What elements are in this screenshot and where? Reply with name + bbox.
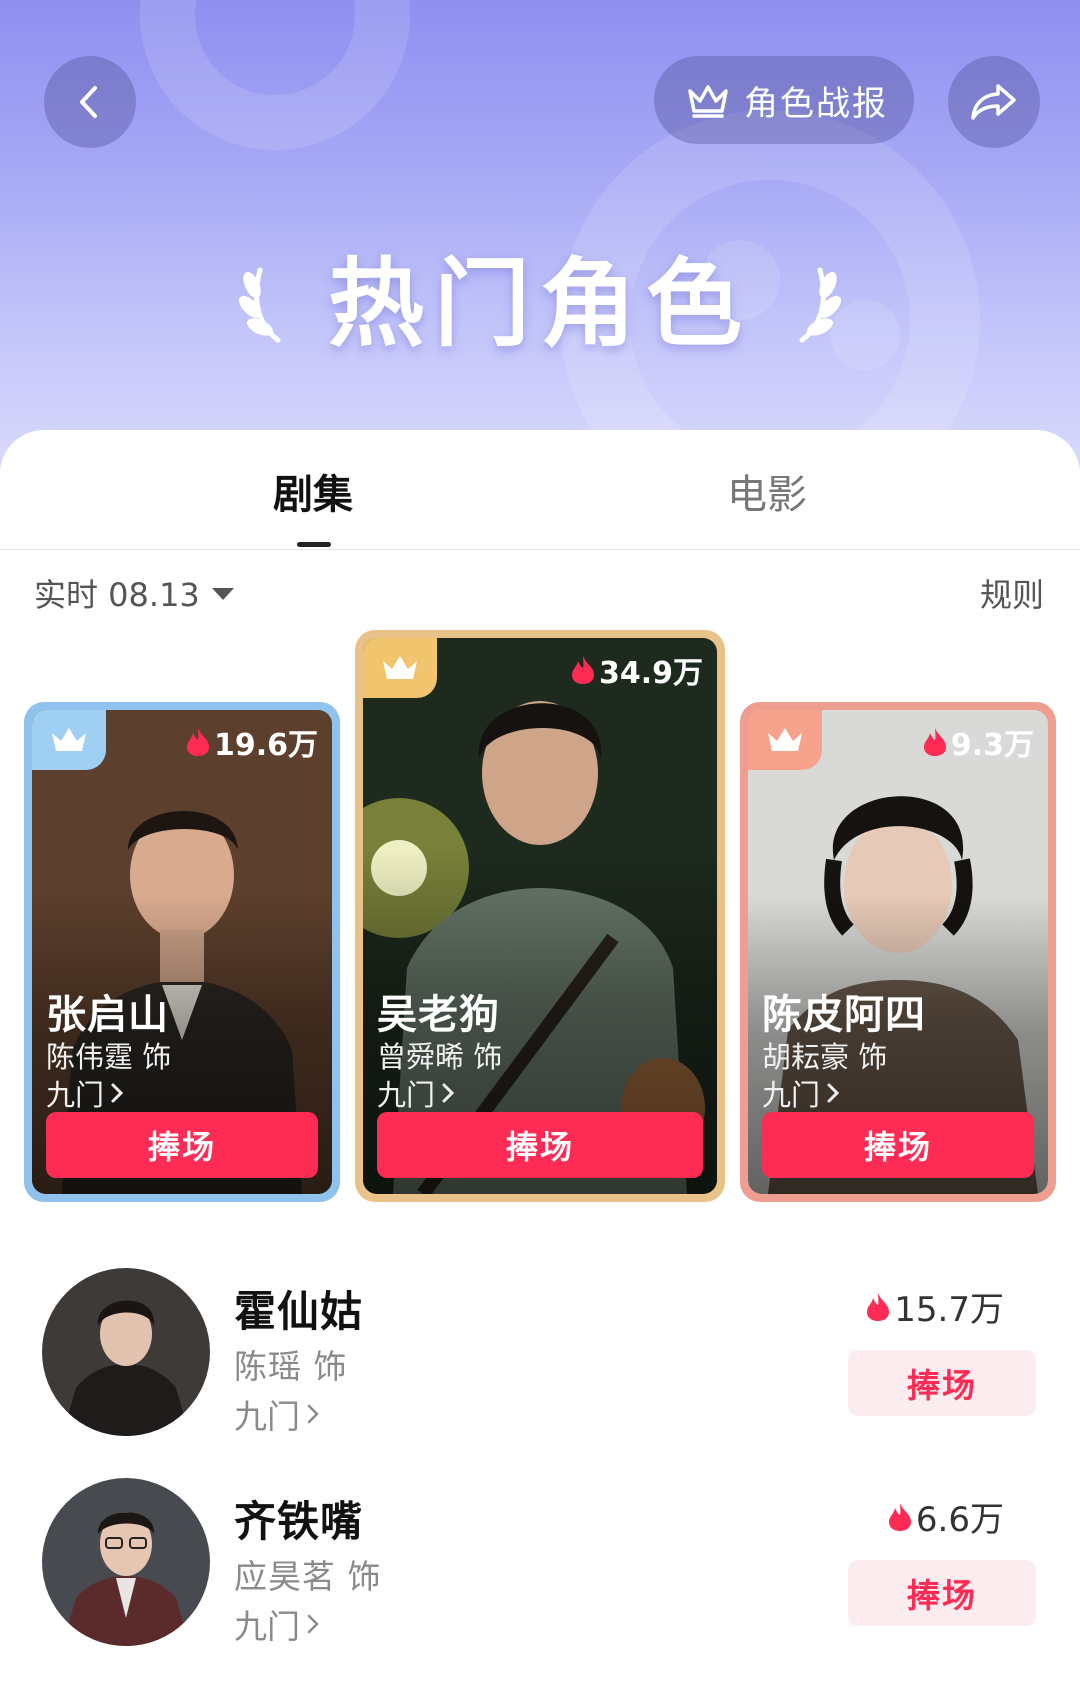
character-photo	[42, 1268, 210, 1436]
avatar	[42, 1478, 210, 1646]
date-filter-label: 实时 08.13	[34, 576, 200, 614]
crown-icon	[52, 728, 86, 751]
actor-name: 陈伟霆 饰	[46, 1040, 172, 1074]
actor-name: 陈瑶 饰	[234, 1347, 348, 1386]
back-button[interactable]	[44, 56, 136, 148]
rank-badge	[363, 638, 437, 698]
page-title-area: 热门角色	[0, 230, 1080, 360]
heat-score: 9.3万	[923, 720, 1034, 764]
character-photo	[42, 1478, 210, 1646]
show-name: 九门	[234, 1397, 300, 1436]
rules-link[interactable]: 规则	[980, 570, 1044, 616]
date-filter-dropdown[interactable]: 实时 08.13	[34, 570, 234, 616]
show-name: 九门	[377, 1078, 436, 1112]
character-name: 吴老狗	[377, 992, 500, 1038]
flame-icon	[888, 1502, 911, 1531]
film-reel-decoration	[140, 0, 410, 150]
share-button[interactable]	[948, 56, 1040, 148]
tab-movies[interactable]: 电影	[727, 462, 807, 520]
category-tabs: 剧集 电影	[0, 430, 1080, 550]
heat-value: 6.6万	[915, 1500, 1004, 1540]
show-name: 九门	[46, 1078, 105, 1112]
chevron-right-icon	[827, 1083, 840, 1103]
rank-badge	[32, 710, 106, 770]
flame-icon	[923, 728, 946, 756]
list-item[interactable]: 霍仙姑 陈瑶 饰 九门 15.7万 捧场	[0, 1268, 1080, 1448]
heat-value: 34.9万	[598, 656, 703, 691]
show-link[interactable]: 九门	[762, 1072, 840, 1114]
flame-icon	[571, 656, 594, 684]
character-name: 霍仙姑	[234, 1287, 364, 1336]
heat-score: 6.6万	[888, 1492, 1004, 1541]
cheer-button[interactable]: 捧场	[848, 1350, 1036, 1416]
show-name: 九门	[762, 1078, 821, 1112]
actor-name: 胡耘豪 饰	[762, 1040, 888, 1074]
show-link[interactable]: 九门	[234, 1390, 320, 1438]
caret-down-icon	[211, 588, 234, 600]
show-name: 九门	[234, 1607, 300, 1646]
actor-name: 应昊茗 饰	[234, 1557, 382, 1596]
character-card-rank-2[interactable]: 19.6万 张启山 陈伟霆 饰 九门 捧场	[24, 702, 340, 1202]
character-name: 陈皮阿四	[762, 992, 926, 1038]
heat-score: 19.6万	[186, 720, 318, 764]
show-link[interactable]: 九门	[234, 1600, 320, 1648]
heat-score: 34.9万	[571, 648, 703, 692]
flame-icon	[867, 1292, 890, 1321]
heat-value: 19.6万	[213, 728, 318, 763]
crown-icon	[383, 656, 417, 679]
share-arrow-icon	[971, 84, 1016, 120]
active-tab-indicator	[297, 542, 331, 547]
laurel-left-icon	[238, 267, 281, 343]
rank-badge	[748, 710, 822, 770]
tab-series[interactable]: 剧集	[273, 462, 353, 520]
page-title: 热门角色	[328, 247, 752, 360]
show-link[interactable]: 九门	[46, 1072, 124, 1114]
character-card-rank-3[interactable]: 9.3万 陈皮阿四 胡耘豪 饰 九门 捧场	[740, 702, 1056, 1202]
laurel-right-icon	[799, 267, 842, 343]
character-name: 齐铁嘴	[234, 1497, 364, 1546]
heat-score: 15.7万	[866, 1282, 1004, 1331]
show-link[interactable]: 九门	[377, 1072, 455, 1114]
character-name: 张启山	[46, 992, 169, 1038]
chevron-left-icon	[80, 86, 97, 118]
heat-value: 15.7万	[894, 1290, 1004, 1330]
heat-value: 9.3万	[950, 728, 1034, 763]
cheer-button[interactable]: 捧场	[46, 1112, 318, 1178]
chevron-right-icon	[307, 1614, 319, 1634]
crown-icon	[768, 728, 802, 751]
avatar	[42, 1268, 210, 1436]
flame-icon	[186, 728, 209, 756]
cheer-button[interactable]: 捧场	[762, 1112, 1034, 1178]
crown-icon	[688, 85, 728, 118]
list-item[interactable]: 齐铁嘴 应昊茗 饰 九门 6.6万 捧场	[0, 1478, 1080, 1658]
content-panel: 剧集 电影 实时 08.13 规则 19.6万 张启山 陈伟霆 饰 九门 捧场 …	[0, 430, 1080, 1682]
role-report-button[interactable]: 角色战报	[654, 56, 914, 144]
chevron-right-icon	[307, 1404, 319, 1424]
role-report-label: 角色战报	[744, 83, 888, 124]
cheer-button[interactable]: 捧场	[377, 1112, 703, 1178]
header-banner: 角色战报 热门角色	[0, 0, 1080, 470]
cheer-button[interactable]: 捧场	[848, 1560, 1036, 1626]
chevron-right-icon	[442, 1083, 455, 1103]
actor-name: 曾舜晞 饰	[377, 1040, 503, 1074]
character-card-rank-1[interactable]: 34.9万 吴老狗 曾舜晞 饰 九门 捧场	[355, 630, 725, 1202]
chevron-right-icon	[111, 1083, 124, 1103]
